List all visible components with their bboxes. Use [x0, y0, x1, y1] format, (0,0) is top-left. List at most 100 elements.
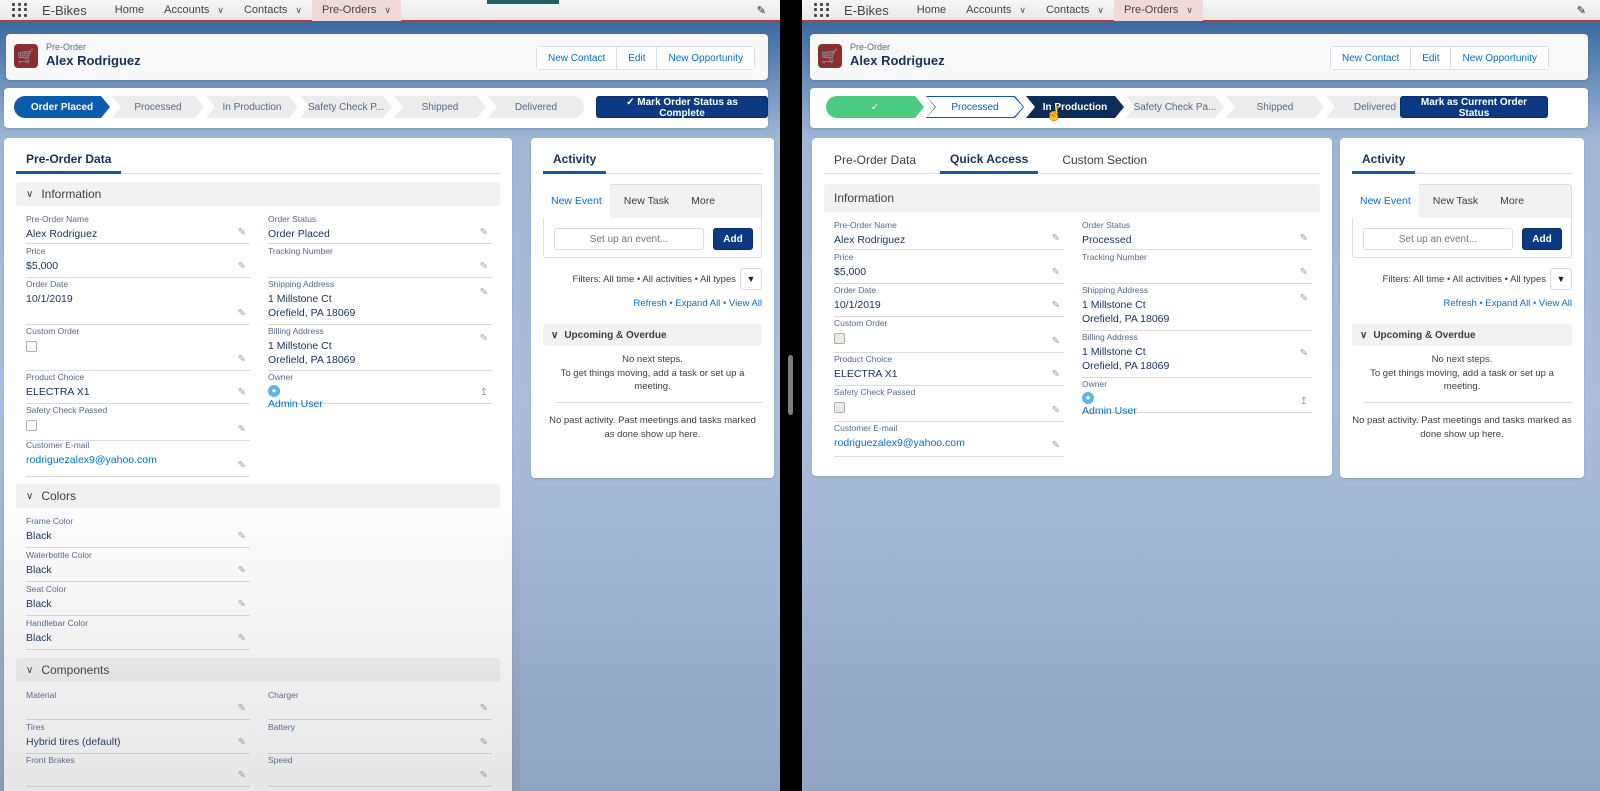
path-stage-safety-check[interactable]: Safety Check P...	[300, 96, 392, 118]
edit-nav-pencil-icon[interactable]: ✎	[1577, 4, 1586, 17]
nav-item-home[interactable]: Home	[105, 0, 154, 21]
mark-current-status-button[interactable]: Mark as Current Order Status	[1400, 96, 1548, 119]
pencil-icon[interactable]: ✎	[1300, 348, 1308, 359]
app-launcher-icon[interactable]	[12, 3, 28, 17]
tab-pre-order-data[interactable]: Pre-Order Data	[824, 146, 926, 174]
pencil-icon[interactable]: ✎	[238, 737, 246, 748]
chevron-down-icon[interactable]: ∨	[1019, 5, 1026, 16]
pencil-icon[interactable]: ✎	[238, 261, 246, 272]
pencil-icon[interactable]: ✎	[1052, 369, 1060, 380]
split-drag-handle[interactable]	[788, 355, 793, 415]
subtab-more[interactable]: More	[683, 184, 723, 218]
add-event-button[interactable]: Add	[1522, 228, 1562, 250]
section-colors[interactable]: ∨ Colors	[16, 484, 500, 508]
split-divider[interactable]	[780, 0, 802, 791]
pencil-icon[interactable]: ✎	[238, 599, 246, 610]
path-stage-order-placed[interactable]: ✓	[826, 96, 924, 118]
nav-item-home[interactable]: Home	[907, 0, 956, 21]
edit-button[interactable]: Edit	[1411, 47, 1452, 69]
path-stage-in-production[interactable]: In Production	[1026, 96, 1124, 118]
filter-icon[interactable]: ▼	[740, 268, 762, 290]
path-stage-order-placed[interactable]: Order Placed	[14, 96, 110, 118]
change-owner-icon[interactable]: ↥	[480, 387, 488, 398]
tab-activity[interactable]: Activity	[1352, 146, 1416, 174]
subtab-new-task[interactable]: New Task	[1425, 184, 1486, 218]
add-event-button[interactable]: Add	[713, 228, 753, 250]
pencil-icon[interactable]: ✎	[480, 703, 488, 714]
owner-link[interactable]: Admin User	[1082, 405, 1137, 417]
change-owner-icon[interactable]: ↥	[1300, 396, 1308, 407]
path-stage-processed[interactable]: Processed	[926, 96, 1024, 118]
subtab-new-event[interactable]: New Event	[1352, 184, 1419, 218]
expand-all-link[interactable]: Expand All	[1485, 298, 1530, 309]
customer-email-link[interactable]: rodriguezalex9@yahoo.com	[834, 436, 1064, 450]
upcoming-overdue-header[interactable]: ∨ Upcoming & Overdue	[543, 324, 762, 346]
path-stage-delivered[interactable]: Delivered	[488, 96, 584, 118]
pencil-icon[interactable]: ✎	[1300, 233, 1308, 244]
pencil-icon[interactable]: ✎	[480, 770, 488, 781]
pencil-icon[interactable]: ✎	[1052, 336, 1060, 347]
pencil-icon[interactable]: ✎	[1052, 267, 1060, 278]
upcoming-overdue-header[interactable]: ∨ Upcoming & Overdue	[1352, 324, 1572, 346]
new-contact-button[interactable]: New Contact	[1331, 47, 1412, 69]
pencil-icon[interactable]: ✎	[480, 333, 488, 344]
pencil-icon[interactable]: ✎	[238, 354, 246, 365]
pencil-icon[interactable]: ✎	[1052, 405, 1060, 416]
nav-item-contacts[interactable]: Contacts ∨	[1036, 0, 1114, 21]
pencil-icon[interactable]: ✎	[238, 308, 246, 319]
pencil-icon[interactable]: ✎	[238, 460, 246, 471]
edit-nav-pencil-icon[interactable]: ✎	[757, 4, 766, 17]
pencil-icon[interactable]: ✎	[1300, 267, 1308, 278]
subtab-more[interactable]: More	[1492, 184, 1532, 218]
pencil-icon[interactable]: ✎	[480, 287, 488, 298]
pencil-icon[interactable]: ✎	[480, 737, 488, 748]
new-contact-button[interactable]: New Contact	[537, 47, 618, 69]
chevron-down-icon[interactable]: ∨	[384, 5, 391, 16]
view-all-link[interactable]: View All	[729, 298, 762, 309]
tab-quick-access[interactable]: Quick Access	[940, 146, 1039, 174]
pencil-icon[interactable]: ✎	[238, 227, 246, 238]
owner-link[interactable]: Admin User	[268, 398, 323, 410]
subtab-new-event[interactable]: New Event	[543, 184, 610, 218]
nav-item-accounts[interactable]: Accounts ∨	[956, 0, 1036, 21]
nav-item-contacts[interactable]: Contacts ∨	[234, 0, 312, 21]
chevron-down-icon[interactable]: ∨	[295, 5, 302, 16]
edit-button[interactable]: Edit	[617, 47, 658, 69]
pencil-icon[interactable]: ✎	[238, 387, 246, 398]
tab-activity[interactable]: Activity	[543, 146, 607, 174]
path-stage-in-production[interactable]: In Production	[206, 96, 298, 118]
path-stage-shipped[interactable]: Shipped	[1226, 96, 1324, 118]
pencil-icon[interactable]: ✎	[238, 703, 246, 714]
nav-item-accounts[interactable]: Accounts ∨	[154, 0, 234, 21]
pencil-icon[interactable]: ✎	[1052, 300, 1060, 311]
nav-item-pre-orders[interactable]: Pre-Orders ∨	[312, 0, 401, 21]
tab-pre-order-data[interactable]: Pre-Order Data	[16, 146, 122, 174]
subtab-new-task[interactable]: New Task	[616, 184, 677, 218]
refresh-link[interactable]: Refresh	[634, 298, 667, 309]
pencil-icon[interactable]: ✎	[480, 261, 488, 272]
event-input[interactable]	[554, 228, 704, 250]
customer-email-link[interactable]: rodriguezalex9@yahoo.com	[26, 453, 250, 467]
pencil-icon[interactable]: ✎	[238, 531, 246, 542]
path-stage-processed[interactable]: Processed	[112, 96, 204, 118]
expand-all-link[interactable]: Expand All	[675, 298, 720, 309]
path-stage-safety-check[interactable]: Safety Check Pa...	[1126, 96, 1224, 118]
nav-item-pre-orders[interactable]: Pre-Orders ∨	[1114, 0, 1203, 21]
pencil-icon[interactable]: ✎	[238, 565, 246, 576]
pencil-icon[interactable]: ✎	[1052, 233, 1060, 244]
app-launcher-icon[interactable]	[814, 3, 830, 17]
pencil-icon[interactable]: ✎	[1052, 440, 1060, 451]
pencil-icon[interactable]: ✎	[480, 227, 488, 238]
new-opportunity-button[interactable]: New Opportunity	[657, 47, 754, 69]
refresh-link[interactable]: Refresh	[1444, 298, 1477, 309]
new-opportunity-button[interactable]: New Opportunity	[1451, 47, 1548, 69]
pencil-icon[interactable]: ✎	[1300, 293, 1308, 304]
pencil-icon[interactable]: ✎	[238, 633, 246, 644]
section-components[interactable]: ∨ Components	[16, 658, 500, 682]
pencil-icon[interactable]: ✎	[238, 424, 246, 435]
mark-status-complete-button[interactable]: ✓ Mark Order Status as Complete	[596, 96, 768, 119]
filter-icon[interactable]: ▼	[1550, 268, 1572, 290]
event-input[interactable]	[1363, 228, 1513, 250]
chevron-down-icon[interactable]: ∨	[217, 5, 224, 16]
section-information[interactable]: ∨ Information	[16, 182, 500, 206]
